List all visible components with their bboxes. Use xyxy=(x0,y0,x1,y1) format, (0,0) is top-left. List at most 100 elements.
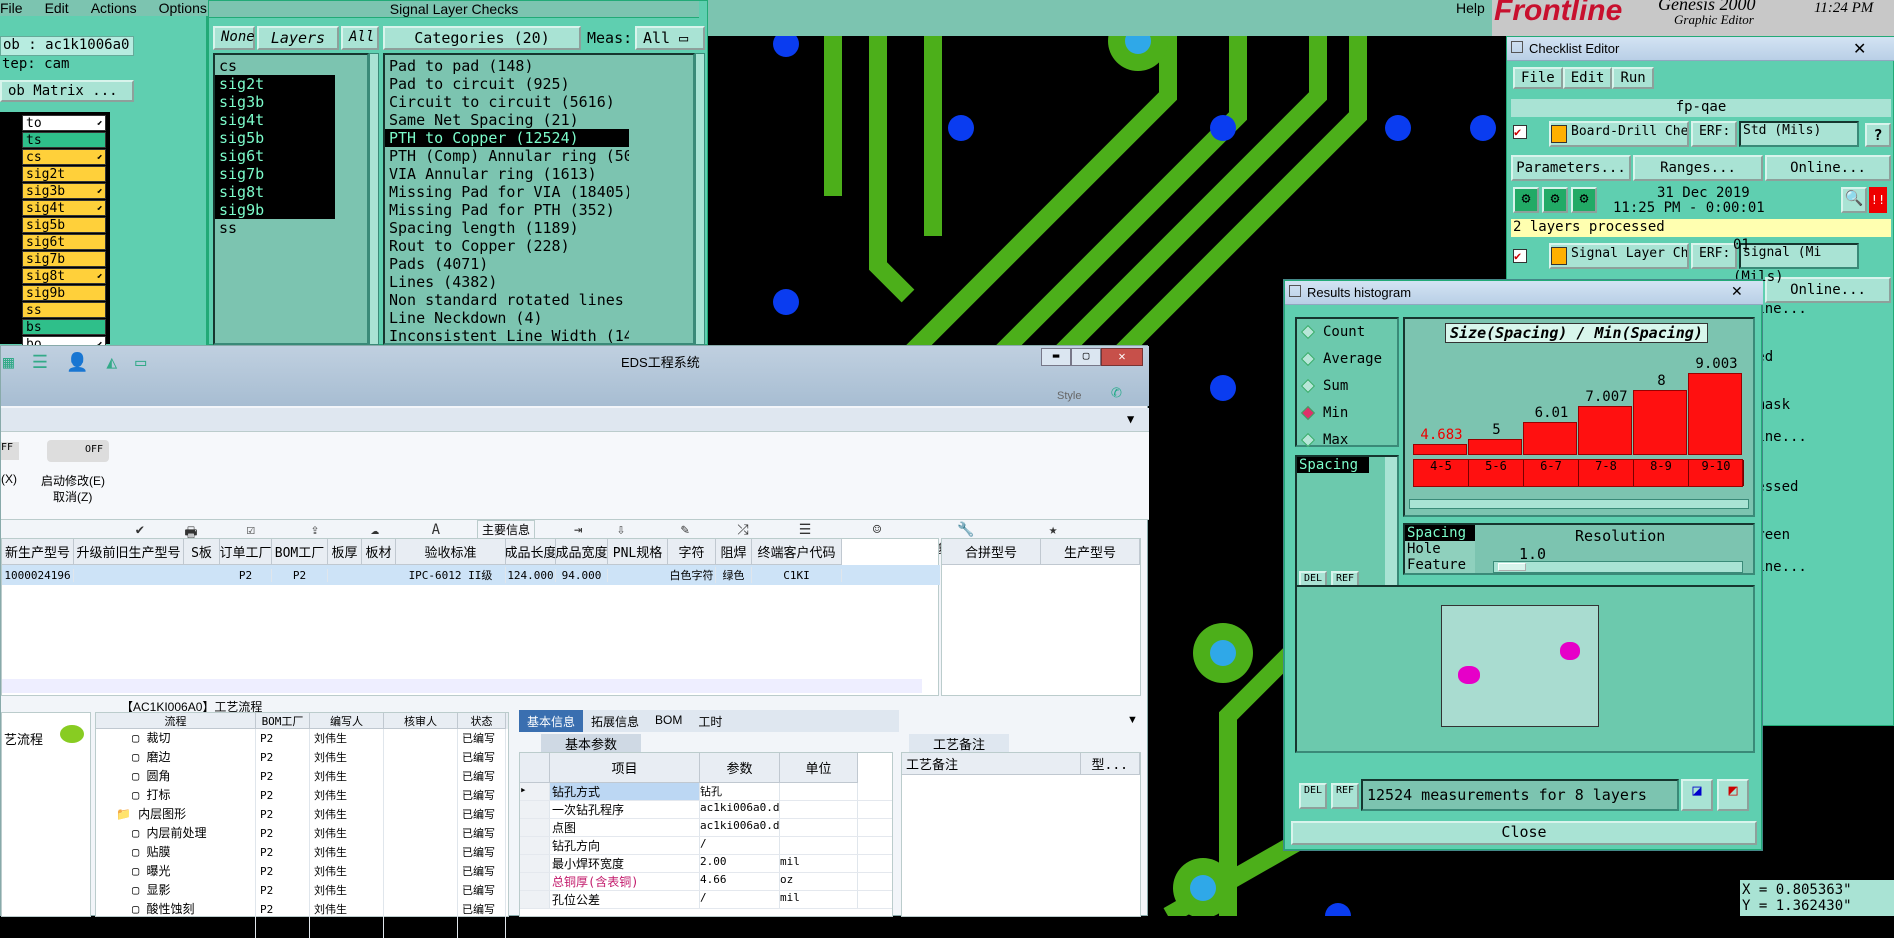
mode-radio[interactable]: Count xyxy=(1297,319,1397,346)
category-list-item[interactable]: Pad to circuit (925) xyxy=(385,75,629,93)
mode-radio[interactable]: Sum xyxy=(1297,373,1397,400)
del-button-2[interactable]: DEL xyxy=(1299,783,1327,809)
row-selector[interactable]: ▸ xyxy=(520,783,550,800)
histogram-bar[interactable] xyxy=(1578,405,1632,455)
spacing-list-item[interactable]: Spacing xyxy=(1297,457,1369,473)
list-scrollbar[interactable] xyxy=(1385,457,1397,591)
menu-actions[interactable]: Actions xyxy=(91,0,137,16)
grid-cell[interactable]: 94.000 xyxy=(556,568,608,582)
ranges-button-1[interactable]: Ranges... xyxy=(1633,155,1763,181)
grid-column-header[interactable]: 阻焊 xyxy=(716,539,752,565)
layers-button[interactable]: Layers xyxy=(257,26,339,50)
grid-cell[interactable]: P2 xyxy=(272,568,328,582)
layer-chip[interactable]: sig7b xyxy=(22,251,106,267)
param-value[interactable]: ac1ki006a0.drl xyxy=(700,801,780,818)
minimize-button[interactable]: ▬ xyxy=(1041,348,1071,366)
tree-column-header[interactable]: 流程 xyxy=(96,713,256,729)
param-value[interactable]: 4.66 xyxy=(700,873,780,890)
online-button-1[interactable]: Online... xyxy=(1765,155,1891,181)
tree-node[interactable]: ▢ 贴膜 xyxy=(96,843,256,862)
histogram-chart[interactable]: Size(Spacing) / Min(Spacing) 4.683 5 6.01 7… xyxy=(1403,317,1755,517)
tree-node[interactable]: 📁 内层图形 xyxy=(96,805,256,824)
start-edit-button[interactable]: 启动修改(E) xyxy=(41,472,105,489)
layer-chip[interactable]: cs ⬋ xyxy=(22,149,106,165)
layer-chip[interactable]: sig4t ⬋ xyxy=(22,200,106,216)
param-column-header[interactable]: 单位 xyxy=(780,753,858,783)
param-row[interactable]: 最小焊环宽度 2.00 mil xyxy=(520,855,892,873)
grid-column-header[interactable]: 验收标准 xyxy=(396,539,506,565)
grid-cell[interactable]: P2 xyxy=(220,568,272,582)
menu-file[interactable]: File xyxy=(0,0,23,16)
main-grid[interactable]: 新生产型号 升级前旧生产型号 S板 订单工厂 BOM工厂 板厚 板材 验收标准 成品长度 成品宽度… xyxy=(1,538,940,696)
chart-icon[interactable]: ◭ xyxy=(106,352,117,373)
side-column-header[interactable]: 合拼型号 xyxy=(942,539,1041,565)
mode-radio[interactable]: Average xyxy=(1297,346,1397,373)
param-row[interactable]: ▸ 钻孔方式 钻孔 xyxy=(520,783,892,801)
grid-column-header[interactable]: 新生产型号 xyxy=(2,539,74,565)
param-tab[interactable]: 基本信息 xyxy=(519,710,584,732)
param-column-header[interactable]: 项目 xyxy=(550,753,700,783)
category-list-item[interactable]: Line Neckdown (4) xyxy=(385,309,629,327)
param-tab[interactable]: 工时 xyxy=(690,710,730,732)
tree-row[interactable]: ▢ 内层前处理 P2 刘伟生 已编写 xyxy=(96,824,508,843)
tree-column-header[interactable]: 编写人 xyxy=(310,713,384,729)
param-value[interactable]: 2.00 xyxy=(700,855,780,872)
layer-chip[interactable]: sig9b xyxy=(22,285,106,301)
online-button-2[interactable]: Online... xyxy=(1765,277,1891,303)
resolution-slider[interactable] xyxy=(1493,561,1743,573)
tree-column-header[interactable]: 核审人 xyxy=(384,713,458,729)
layer-chip[interactable]: sig2t xyxy=(22,166,106,182)
tree-column-header[interactable]: BOM工厂 xyxy=(256,713,310,729)
categories-scrollbar[interactable] xyxy=(695,53,705,345)
layer-chip[interactable]: ss xyxy=(22,302,106,318)
layer-list-item[interactable]: sig9b xyxy=(215,201,335,219)
category-list-item[interactable]: Same Net Spacing (21) xyxy=(385,111,629,129)
grid-cell[interactable]: 124.000 xyxy=(506,568,556,582)
category-list-item[interactable]: Missing Pad for VIA (18405) xyxy=(385,183,629,201)
category-list-item[interactable]: Rout to Copper (228) xyxy=(385,237,629,255)
row-selector[interactable] xyxy=(520,819,550,836)
param-value[interactable]: / xyxy=(700,891,780,908)
param-tab[interactable]: 拓展信息 xyxy=(583,710,647,732)
param-value[interactable]: 钻孔 xyxy=(700,783,780,800)
param-row[interactable]: 一次钻孔程序ac1ki006a0.drl xyxy=(520,801,892,819)
user-icon[interactable]: 👤 xyxy=(66,352,88,373)
grid-column-header[interactable]: S板 xyxy=(184,539,220,565)
category-list-item[interactable]: PTH to Copper (12524) xyxy=(385,129,629,147)
feature-feature[interactable]: Feature xyxy=(1405,557,1475,573)
param-value[interactable]: ac1ki006a0.d xyxy=(700,819,780,836)
erf-button-1[interactable]: ERF: xyxy=(1691,121,1737,147)
layer-list-item[interactable]: ss xyxy=(215,219,335,237)
erf-button-2[interactable]: ERF: xyxy=(1691,243,1737,269)
row-selector[interactable] xyxy=(520,801,550,818)
maximize-button[interactable]: ▢ xyxy=(1071,348,1101,366)
chat-icon[interactable] xyxy=(60,725,84,743)
histogram-bar[interactable] xyxy=(1633,389,1687,455)
grid-column-header[interactable]: PNL规格 xyxy=(608,539,668,565)
grid-column-header[interactable]: 字符 xyxy=(668,539,716,565)
grid-column-header[interactable]: 板材 xyxy=(362,539,396,565)
param-value[interactable]: / xyxy=(700,837,780,854)
layer-list-item[interactable]: sig2t xyxy=(215,75,335,93)
feature-list[interactable]: Spacing Hole Feature xyxy=(1405,525,1475,573)
ribbon-collapse-icon[interactable]: ▼ xyxy=(1127,412,1134,426)
action-checkbox-2[interactable]: ✔ xyxy=(1513,249,1527,263)
row-selector[interactable] xyxy=(520,837,550,854)
grid-cell[interactable]: 白色字符 xyxy=(668,567,716,583)
grid-column-header[interactable]: 订单工厂 xyxy=(220,539,272,565)
tree-row[interactable]: ▢ 磨边 P2 刘伟生 已编写 xyxy=(96,748,508,767)
tree-row[interactable]: ▢ 打标 P2 刘伟生 已编写 xyxy=(96,786,508,805)
tree-row[interactable]: ▢ 裁切 P2 刘伟生 已编写 xyxy=(96,729,508,748)
layer-list-item[interactable]: cs xyxy=(215,57,335,75)
tree-row[interactable]: ▢ 退膜 P2 刘伟生 已编写 xyxy=(96,919,508,938)
grid-column-header[interactable]: 终端客户代码 xyxy=(752,539,842,565)
menu-options[interactable]: Options xyxy=(159,0,207,16)
categories-list[interactable]: Pad to pad (148) Pad to circuit (925) Circ… xyxy=(383,53,695,345)
slider-handle[interactable] xyxy=(1498,563,1526,571)
grid-hscrollbar[interactable] xyxy=(2,679,922,693)
tree-node[interactable]: ▢ 圆角 xyxy=(96,767,256,786)
close-icon[interactable]: ✕ xyxy=(1853,39,1866,59)
layer-chip[interactable]: bs xyxy=(22,319,106,335)
tree-node[interactable]: ▢ 裁切 xyxy=(96,729,256,748)
category-list-item[interactable]: Circuit to circuit (5616) xyxy=(385,93,629,111)
